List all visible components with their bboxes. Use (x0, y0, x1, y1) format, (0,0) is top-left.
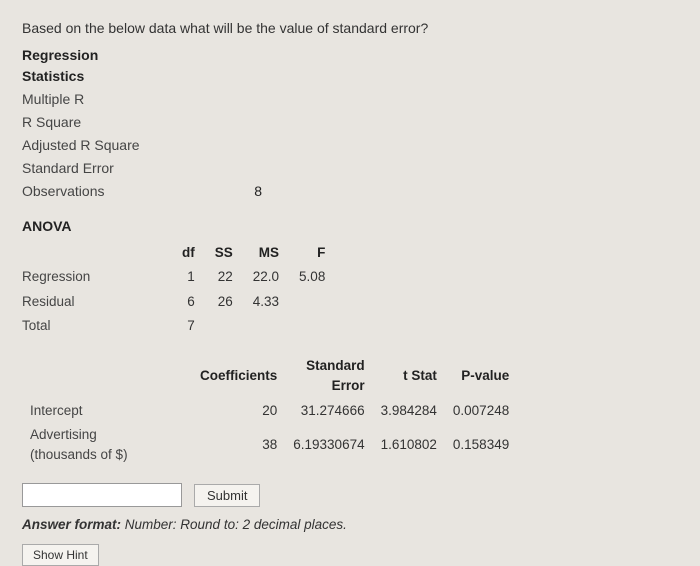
coef-cell: 6.19330674 (285, 423, 372, 468)
anova-cell: 4.33 (243, 290, 289, 314)
stats-value (202, 89, 262, 110)
anova-row-label: Regression (22, 265, 172, 289)
anova-cell: 6 (172, 290, 205, 314)
anova-row: Regression 1 22 22.0 5.08 (22, 265, 335, 289)
anova-cell: 1 (172, 265, 205, 289)
question-text: Based on the below data what will be the… (22, 18, 678, 39)
coef-cell: 0.007248 (445, 399, 517, 423)
coef-row-label: Intercept (22, 399, 192, 423)
regression-statistics-block: Regression Statistics Multiple R R Squar… (22, 45, 678, 202)
answer-row: Submit (22, 483, 678, 507)
coef-cell: 20 (192, 399, 285, 423)
stats-label: Standard Error (22, 158, 202, 179)
regression-heading-2: Statistics (22, 66, 678, 87)
coef-header-row: Coefficients Standard Error t Stat P-val… (22, 354, 517, 399)
anova-header-df: df (172, 241, 205, 265)
coefficients-table: Coefficients Standard Error t Stat P-val… (22, 354, 517, 467)
anova-cell: 5.08 (289, 265, 335, 289)
anova-table: df SS MS F Regression 1 22 22.0 5.08 Res… (22, 241, 335, 338)
anova-header-f: F (289, 241, 335, 265)
anova-row: Residual 6 26 4.33 (22, 290, 335, 314)
stats-value (202, 112, 262, 133)
coef-header-pvalue: P-value (445, 354, 517, 399)
anova-cell (243, 314, 289, 338)
coef-header-blank (22, 354, 192, 399)
stats-label: Adjusted R Square (22, 135, 202, 156)
stats-value (202, 158, 262, 179)
coef-cell: 3.984284 (373, 399, 445, 423)
stats-row: Standard Error (22, 158, 678, 179)
coef-cell: 1.610802 (373, 423, 445, 468)
answer-input[interactable] (22, 483, 182, 507)
coef-cell: 0.158349 (445, 423, 517, 468)
answer-format-text: Number: Round to: 2 decimal places. (121, 517, 347, 532)
anova-cell: 22.0 (243, 265, 289, 289)
anova-cell: 26 (205, 290, 243, 314)
anova-header-ms: MS (243, 241, 289, 265)
anova-cell: 22 (205, 265, 243, 289)
stats-row: Adjusted R Square (22, 135, 678, 156)
anova-cell (289, 290, 335, 314)
answer-format-label: Answer format: (22, 517, 121, 532)
anova-row: Total 7 (22, 314, 335, 338)
anova-title: ANOVA (22, 216, 678, 237)
stats-label: Observations (22, 181, 202, 202)
stats-row: R Square (22, 112, 678, 133)
stats-label: Multiple R (22, 89, 202, 110)
anova-header-row: df SS MS F (22, 241, 335, 265)
submit-button[interactable]: Submit (194, 484, 260, 507)
stats-label: R Square (22, 112, 202, 133)
anova-cell: 7 (172, 314, 205, 338)
anova-row-label: Residual (22, 290, 172, 314)
regression-heading-1: Regression (22, 45, 678, 66)
answer-format: Answer format: Number: Round to: 2 decim… (22, 515, 678, 535)
coef-cell: 31.274666 (285, 399, 372, 423)
stats-row: Multiple R (22, 89, 678, 110)
coef-row: Intercept 20 31.274666 3.984284 0.007248 (22, 399, 517, 423)
anova-row-label: Total (22, 314, 172, 338)
coef-row-label: Advertising (thousands of $) (22, 423, 192, 468)
stats-value: 8 (202, 181, 262, 202)
anova-cell (289, 314, 335, 338)
coef-header-coefficients: Coefficients (192, 354, 285, 399)
show-hint-button[interactable]: Show Hint (22, 544, 99, 566)
stats-row: Observations 8 (22, 181, 678, 202)
coef-row: Advertising (thousands of $) 38 6.193306… (22, 423, 517, 468)
coef-cell: 38 (192, 423, 285, 468)
stats-value (202, 135, 262, 156)
coef-header-standard-error: Standard Error (285, 354, 372, 399)
anova-header-blank (22, 241, 172, 265)
coef-header-tstat: t Stat (373, 354, 445, 399)
anova-cell (205, 314, 243, 338)
anova-header-ss: SS (205, 241, 243, 265)
